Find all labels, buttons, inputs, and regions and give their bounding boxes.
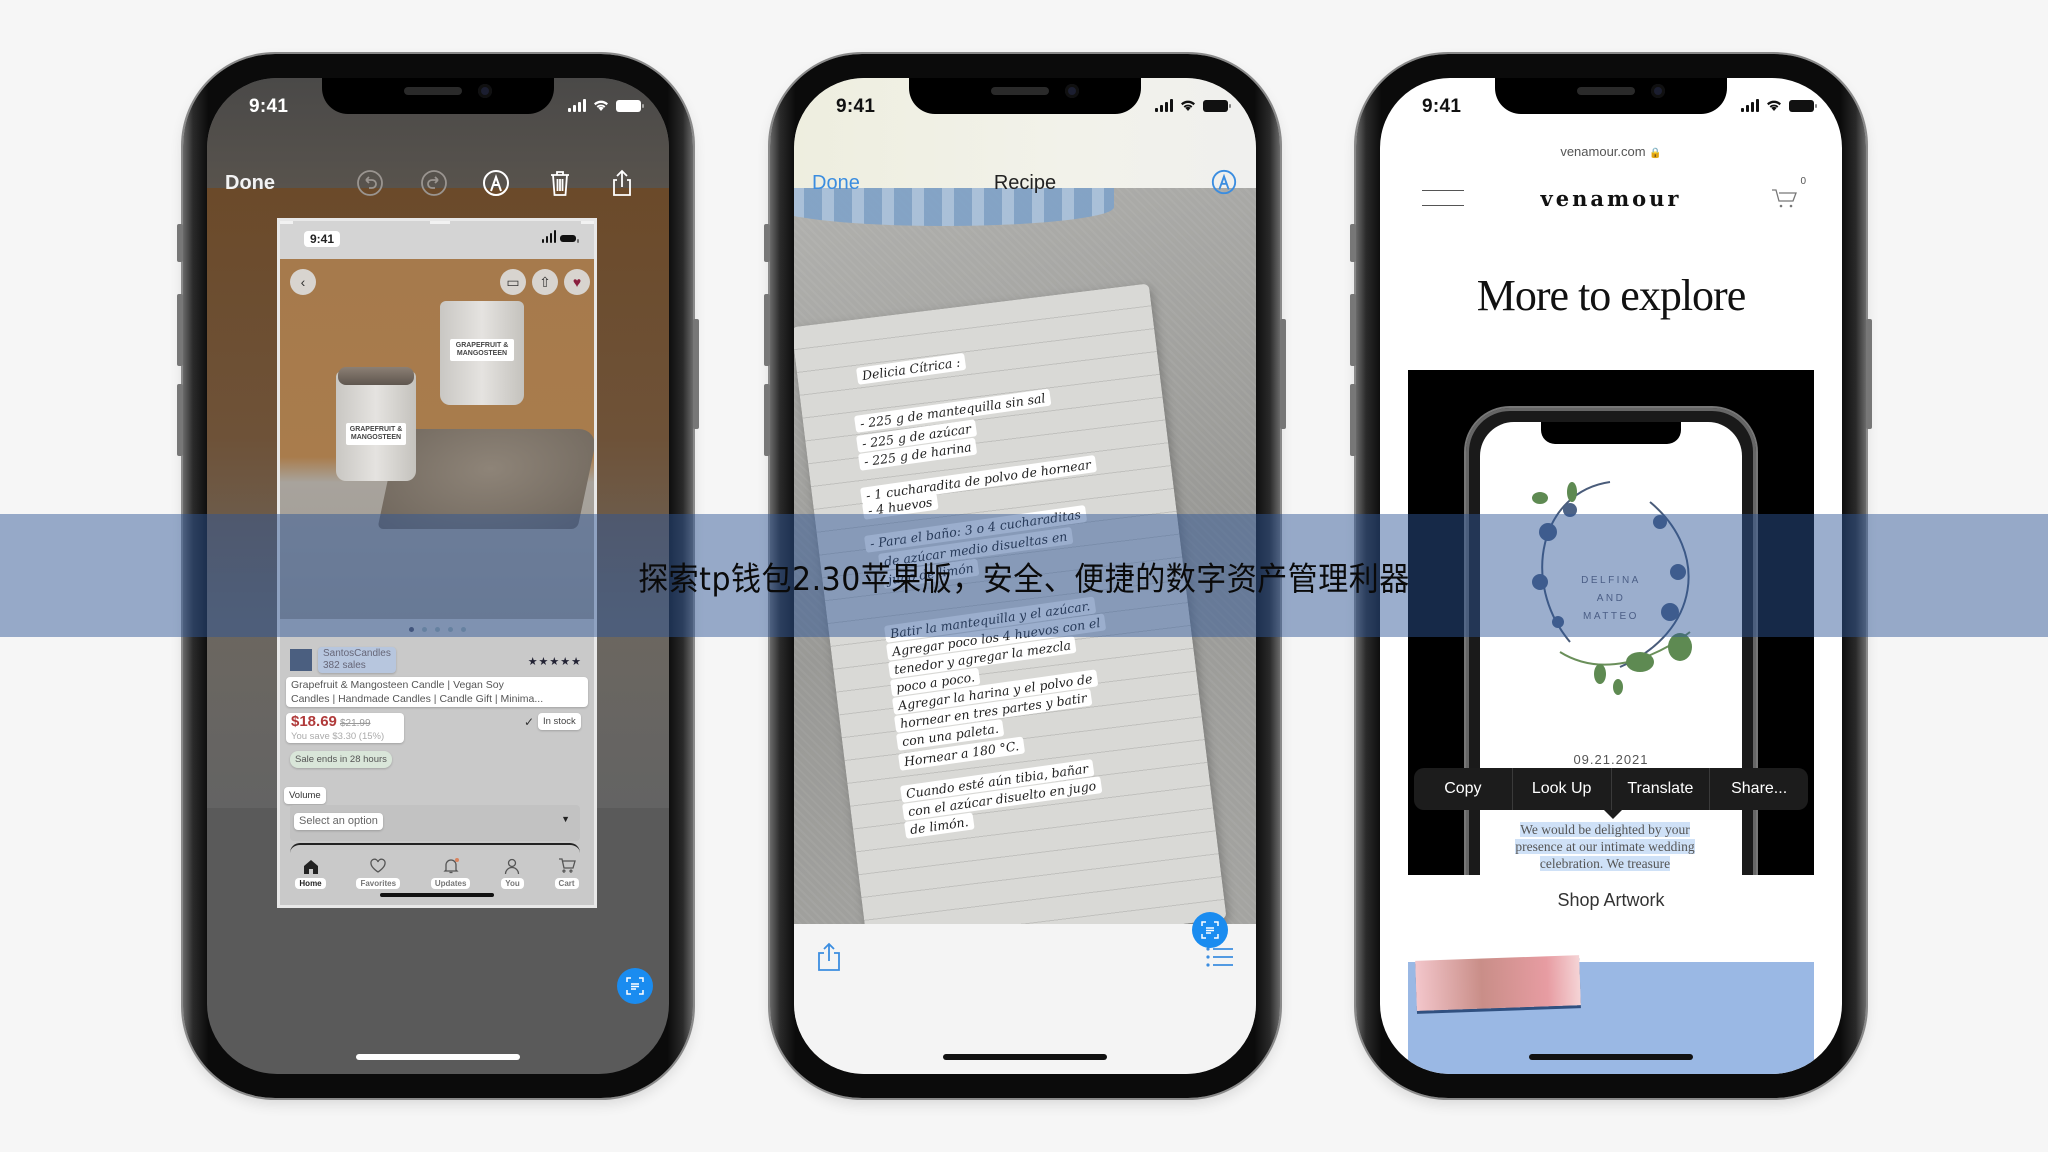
cart-count: 0	[1800, 176, 1806, 187]
candle-jar: GRAPEFRUIT & MANGOSTEEN	[440, 301, 524, 405]
price-box: $18.69 $21.99 You save $3.30 (15%)	[286, 713, 404, 743]
menu-item-share[interactable]: Share...	[1710, 768, 1808, 810]
home-indicator	[943, 1054, 1107, 1060]
navigation-bar: Done Recipe	[794, 166, 1256, 202]
home-indicator	[1529, 1054, 1693, 1060]
original-price: $21.99	[339, 718, 371, 729]
live-text-icon	[626, 977, 644, 995]
bell-icon	[443, 858, 459, 874]
markup-pen-icon[interactable]	[1210, 168, 1238, 196]
status-time: 9:41	[1422, 96, 1462, 117]
back-icon[interactable]: ‹	[290, 269, 316, 295]
wifi-icon	[1181, 100, 1195, 111]
list-icon[interactable]	[1206, 946, 1234, 968]
heart-outline-icon	[370, 858, 386, 873]
caption-banner: 探索tp钱包2.30苹果版，安全、便捷的数字资产管理利器	[0, 514, 2048, 637]
tab-home[interactable]: Home	[295, 857, 326, 905]
menu-item-translate[interactable]: Translate	[1612, 768, 1711, 810]
tab-bar: Home Favorites Updates You Cart	[280, 857, 594, 905]
notch	[1495, 78, 1727, 114]
markup-pen-icon[interactable]	[481, 168, 511, 198]
shop-info[interactable]: SantosCandles 382 sales	[318, 647, 396, 673]
shop-sales: 382 sales	[323, 660, 366, 671]
battery-icon	[1789, 100, 1817, 112]
cart-icon	[558, 858, 576, 873]
tab-favorites[interactable]: Favorites	[356, 857, 401, 905]
signal-icon	[542, 230, 556, 243]
signal-icon	[1155, 99, 1173, 112]
cart-button[interactable]: 0	[1770, 176, 1806, 210]
volume-up-button	[177, 294, 183, 366]
live-text-icon	[1201, 921, 1219, 939]
wifi-icon	[594, 100, 608, 111]
home-indicator	[356, 1054, 520, 1060]
shop-avatar	[290, 649, 312, 671]
section-heading: More to explore	[1476, 271, 1746, 320]
volume-label: Volume	[284, 787, 326, 804]
address-bar[interactable]: venamour.com 🔒	[1380, 144, 1842, 159]
heart-icon[interactable]: ♥	[564, 269, 590, 295]
menu-item-look-up[interactable]: Look Up	[1513, 768, 1612, 810]
share-icon[interactable]	[607, 168, 637, 198]
shop-name: SantosCandles	[323, 648, 391, 659]
chevron-down-icon: ▼	[561, 814, 570, 824]
selected-text[interactable]: We would be delighted by your presence a…	[1500, 821, 1710, 872]
menu-item-copy[interactable]: Copy	[1414, 768, 1513, 810]
person-icon	[505, 858, 520, 875]
share-icon[interactable]	[816, 942, 842, 972]
home-icon	[303, 860, 318, 874]
caption-text: 探索tp钱包2.30苹果版，安全、便捷的数字资产管理利器	[638, 560, 1410, 599]
battery-icon	[560, 235, 579, 243]
tab-you[interactable]: You	[501, 857, 524, 905]
product-title: Grapefruit & Mangosteen Candle | Vegan S…	[286, 677, 588, 707]
undo-icon[interactable]	[355, 168, 385, 198]
volume-down-button	[177, 384, 183, 456]
tab-cart[interactable]: Cart	[554, 857, 579, 905]
signal-icon	[1741, 99, 1759, 112]
screenshot-status-bar: 9:41	[280, 221, 594, 259]
lock-icon: 🔒	[1649, 148, 1662, 159]
signal-icon	[568, 99, 586, 112]
status-time: 9:41	[249, 96, 289, 117]
battery-icon	[1203, 100, 1231, 112]
status-time: 9:41	[836, 96, 876, 117]
price: $18.69	[291, 713, 337, 730]
candle-jar: GRAPEFRUIT & MANGOSTEEN	[336, 367, 416, 481]
notch	[909, 78, 1141, 114]
notch	[322, 78, 554, 114]
add-to-cart-edge	[290, 843, 580, 853]
page-title: Recipe	[993, 172, 1057, 194]
sale-note: Sale ends in 28 hours	[290, 751, 392, 768]
side-button	[693, 319, 699, 429]
cart-icon	[1772, 189, 1797, 208]
redo-icon[interactable]	[419, 168, 449, 198]
screenshot-time: 9:41	[304, 231, 341, 247]
bottom-toolbar	[794, 924, 1256, 1074]
context-menu: Copy Look Up Translate Share...	[1414, 768, 1808, 810]
battery-icon	[616, 100, 644, 112]
share-icon[interactable]: ⇧	[532, 269, 558, 295]
wifi-icon	[1767, 100, 1781, 111]
shop-artwork-link[interactable]: Shop Artwork	[1380, 890, 1842, 911]
trash-icon[interactable]	[545, 168, 575, 198]
savings: You save $3.30 (15%)	[291, 731, 385, 742]
rating-stars: ★★★★★	[527, 656, 582, 668]
stock-status: In stock	[538, 713, 581, 730]
done-button[interactable]: Done	[225, 172, 275, 195]
silent-switch	[177, 224, 183, 262]
url-text: venamour.com	[1560, 144, 1646, 159]
markup-toolbar: Done	[207, 166, 669, 202]
screenshot-home-indicator	[380, 893, 494, 897]
floral-card	[1415, 955, 1581, 1011]
check-icon: ✓	[524, 715, 535, 729]
tab-updates[interactable]: Updates	[430, 857, 471, 905]
context-menu-arrow	[1604, 810, 1622, 819]
wedding-date: 09.21.2021	[1573, 752, 1649, 767]
live-text-button[interactable]	[1192, 912, 1228, 948]
message-icon[interactable]: ▭	[500, 269, 526, 295]
live-text-button[interactable]	[617, 968, 653, 1004]
volume-select[interactable]: Select an option ▼	[290, 805, 580, 841]
